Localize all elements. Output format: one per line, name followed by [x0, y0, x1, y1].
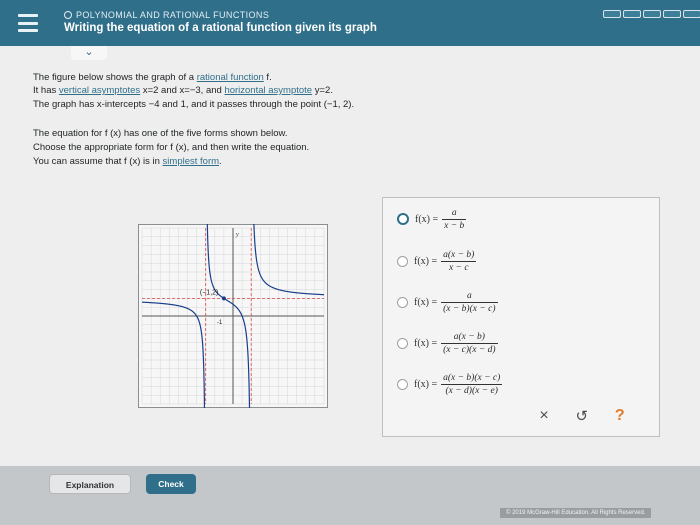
- problem-text: f.: [263, 72, 272, 83]
- header-bar: POLYNOMIAL AND RATIONAL FUNCTIONS Writin…: [0, 0, 700, 46]
- answer-option-3[interactable]: f(x) = a (x − b)(x − c): [397, 284, 498, 320]
- fraction-numerator: a(x − b): [453, 331, 485, 342]
- fraction-denominator: x − b: [444, 220, 465, 231]
- problem-text: x=2 and x=−3, and: [140, 85, 225, 96]
- problem-text: y=2.: [312, 85, 333, 96]
- fraction-numerator: a: [451, 207, 457, 218]
- point-label: (−1,2): [200, 289, 218, 296]
- tick-label: -1: [217, 320, 223, 326]
- rational-function-graph[interactable]: (−1,2) y -1: [138, 209, 328, 423]
- topic-circle-icon: [64, 11, 72, 19]
- topic-text: POLYNOMIAL AND RATIONAL FUNCTIONS: [76, 10, 270, 20]
- fraction-denominator: x − c: [448, 262, 469, 273]
- option-fraction: a x − b: [442, 207, 467, 232]
- problem-line-2: It has vertical asymptotes x=2 and x=−3,…: [33, 85, 333, 96]
- problem-line-4: The equation for f (x) has one of the fi…: [33, 128, 288, 139]
- progress-segment: [623, 10, 641, 18]
- page-title: Writing the equation of a rational funct…: [64, 22, 377, 34]
- undo-button[interactable]: ↺: [575, 407, 588, 425]
- progress-segment: [603, 10, 621, 18]
- problem-text: You can assume that f (x) is in: [33, 156, 163, 167]
- problem-line-3: The graph has x-intercepts −4 and 1, and…: [33, 99, 355, 110]
- copyright-text: © 2019 McGraw-Hill Education. All Rights…: [500, 508, 652, 518]
- simplest-form-link[interactable]: simplest form: [163, 156, 219, 167]
- fraction-denominator: (x − b)(x − c): [443, 303, 496, 314]
- problem-text: The figure below shows the graph of a: [33, 72, 197, 83]
- rational-function-link[interactable]: rational function: [197, 72, 264, 83]
- fraction-denominator: (x − d)(x − e): [445, 385, 498, 396]
- problem-line-5: Choose the appropriate form for f (x), a…: [33, 142, 310, 153]
- option-lhs: f(x) =: [414, 378, 438, 390]
- explanation-button[interactable]: Explanation: [49, 474, 131, 494]
- problem-line-6: You can assume that f (x) is in simplest…: [33, 156, 222, 167]
- problem-text: It has: [33, 85, 59, 96]
- answer-option-1[interactable]: f(x) = a x − b: [397, 201, 467, 237]
- radio-button[interactable]: [397, 296, 408, 308]
- option-fraction: a (x − b)(x − c): [441, 290, 498, 315]
- fraction-denominator: (x − c)(x − d): [443, 344, 496, 355]
- graph-panel[interactable]: (−1,2) y -1: [138, 209, 328, 423]
- topic-label: POLYNOMIAL AND RATIONAL FUNCTIONS: [64, 10, 269, 20]
- option-fraction: a(x − b) (x − c)(x − d): [441, 331, 498, 356]
- progress-segment: [643, 10, 661, 18]
- option-fraction: a(x − b) x − c: [441, 249, 477, 274]
- clear-button[interactable]: ×: [539, 407, 548, 425]
- option-lhs: f(x) =: [414, 337, 438, 349]
- progress-segment: [683, 10, 700, 18]
- option-lhs: f(x) =: [414, 255, 438, 267]
- menu-icon[interactable]: [18, 14, 38, 32]
- radio-button[interactable]: [397, 337, 408, 349]
- radio-button[interactable]: [397, 378, 408, 390]
- horizontal-asymptote-link[interactable]: horizontal asymptote: [224, 85, 312, 96]
- fraction-numerator: a(x − b)(x − c): [443, 372, 501, 383]
- help-button[interactable]: ?: [615, 407, 625, 425]
- option-lhs: f(x) =: [414, 296, 438, 308]
- answer-option-2[interactable]: f(x) = a(x − b) x − c: [397, 243, 477, 279]
- option-lhs: f(x) =: [415, 213, 439, 225]
- answer-option-4[interactable]: f(x) = a(x − b) (x − c)(x − d): [397, 325, 498, 361]
- point-marker: [221, 296, 226, 301]
- progress-indicator: [603, 10, 700, 18]
- problem-text: .: [219, 156, 222, 167]
- collapse-button[interactable]: ⌄: [71, 46, 107, 60]
- answer-option-5[interactable]: f(x) = a(x − b)(x − c) (x − d)(x − e): [397, 366, 503, 402]
- radio-button[interactable]: [397, 255, 408, 267]
- radio-button[interactable]: [397, 213, 409, 225]
- answer-tools: × ↺ ?: [526, 401, 638, 431]
- y-axis-label: y: [235, 232, 239, 238]
- fraction-numerator: a: [466, 290, 472, 301]
- option-fraction: a(x − b)(x − c) (x − d)(x − e): [441, 372, 503, 397]
- fraction-numerator: a(x − b): [443, 249, 475, 260]
- check-button[interactable]: Check: [146, 474, 196, 494]
- progress-segment: [663, 10, 681, 18]
- chevron-down-icon: ⌄: [84, 46, 94, 58]
- problem-line-1: The figure below shows the graph of a ra…: [33, 72, 272, 83]
- vertical-asymptotes-link[interactable]: vertical asymptotes: [59, 85, 140, 96]
